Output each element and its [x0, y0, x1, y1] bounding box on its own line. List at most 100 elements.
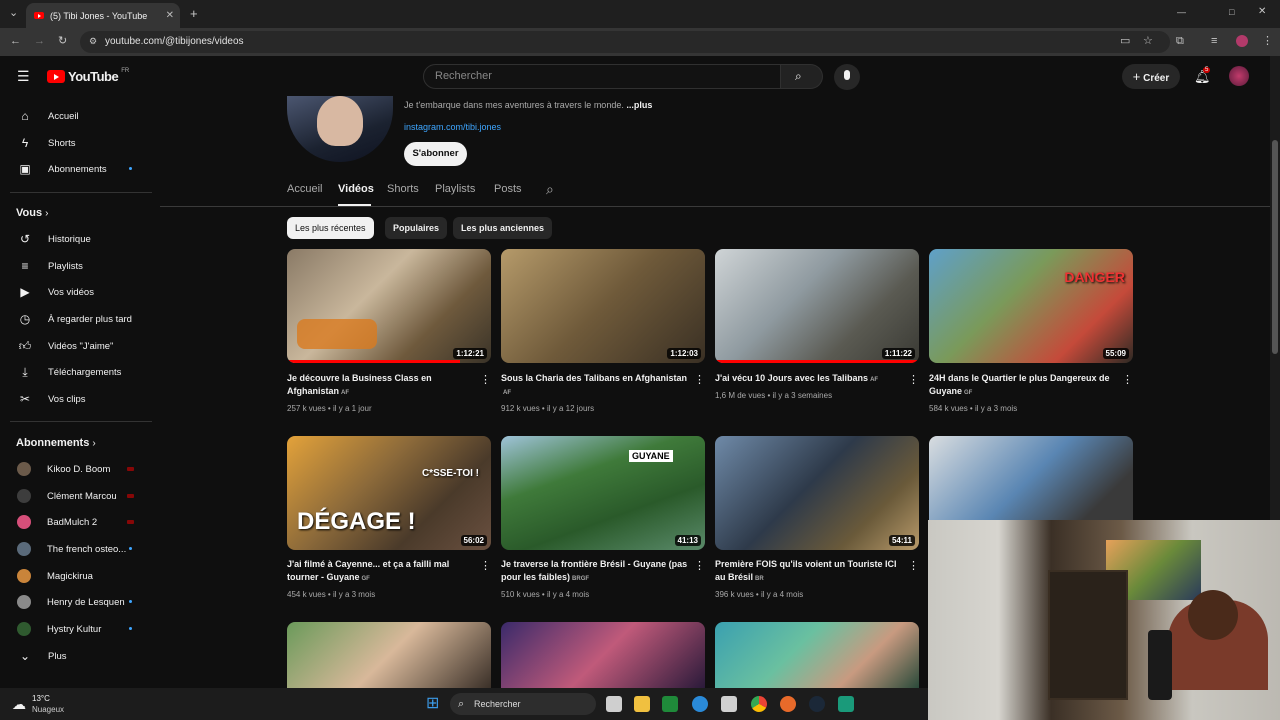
subscriptions-section-header[interactable]: Abonnements ›: [16, 437, 96, 449]
new-tab-icon[interactable]: +: [190, 7, 198, 20]
taskbar-search[interactable]: ⌕ Rechercher: [450, 693, 596, 715]
you-section-header[interactable]: Vous ›: [16, 207, 48, 219]
more-options-icon[interactable]: ⋮: [694, 559, 705, 572]
video-thumbnail[interactable]: [287, 622, 491, 688]
search-input[interactable]: Rechercher: [423, 64, 781, 89]
more-link[interactable]: ...plus: [626, 100, 652, 110]
channel-link[interactable]: instagram.com/tibi.jones: [404, 122, 501, 132]
youtube-favicon-icon: [34, 12, 44, 19]
avatar: [17, 622, 31, 636]
forward-icon[interactable]: →: [34, 36, 45, 47]
sidebar-item-home[interactable]: ⌂ Accueil: [0, 103, 152, 129]
sidebar-more-button[interactable]: ⌄ Plus: [0, 643, 152, 669]
tab-videos[interactable]: Vidéos: [338, 183, 374, 195]
sidebar-item-history[interactable]: ↺ Historique: [0, 226, 152, 252]
minimize-icon[interactable]: —: [1177, 8, 1186, 17]
search-button[interactable]: ⌕: [781, 64, 823, 89]
app-icon[interactable]: [838, 696, 854, 712]
browser-tab[interactable]: (5) Tibi Jones - YouTube ✕: [26, 3, 180, 28]
firefox-icon[interactable]: [780, 696, 796, 712]
more-options-icon[interactable]: ⋮: [1122, 373, 1133, 386]
subscription-item[interactable]: Magickirua: [0, 563, 152, 589]
video-thumbnail[interactable]: 1:12:03: [501, 249, 705, 363]
channel-description[interactable]: Je t'embarque dans mes aventures à trave…: [404, 100, 652, 110]
subscribe-button[interactable]: S'abonner: [404, 142, 467, 166]
more-options-icon[interactable]: ⋮: [694, 373, 705, 386]
subscription-name: Kikoo D. Boom: [47, 463, 111, 475]
sidebar-item-your-videos[interactable]: ▶ Vos vidéos: [0, 279, 152, 305]
video-title[interactable]: Première FOIS qu'ils voient un Touriste …: [715, 558, 905, 586]
chip-popular[interactable]: Populaires: [385, 217, 448, 239]
video-title[interactable]: Sous la Charia des Talibans en Afghanist…: [501, 372, 691, 400]
sidebar-item-downloads[interactable]: ⤓ Téléchargements: [0, 359, 152, 385]
video-thumbnail[interactable]: GUYANE 41:13: [501, 436, 705, 550]
windows-start-icon[interactable]: ⊞: [426, 696, 439, 712]
create-button[interactable]: + Créer: [1122, 64, 1180, 89]
more-options-icon[interactable]: ⋮: [480, 559, 491, 572]
more-options-icon[interactable]: ⋮: [908, 373, 919, 386]
close-window-icon[interactable]: ✕: [1258, 7, 1266, 17]
extensions-icon[interactable]: ⧉: [1176, 36, 1184, 47]
store-icon[interactable]: [721, 696, 737, 712]
sidebar-item-liked-videos[interactable]: 👍︎ Vidéos "J'aime": [0, 333, 152, 359]
video-thumbnail[interactable]: [715, 622, 919, 688]
video-thumbnail[interactable]: DÉGAGE ! C*SSE-TOI ! 56:02: [287, 436, 491, 550]
cast-icon[interactable]: ▭: [1120, 36, 1130, 47]
close-tab-icon[interactable]: ✕: [166, 10, 174, 21]
more-options-icon[interactable]: ⋮: [908, 559, 919, 572]
tab-home[interactable]: Accueil: [287, 183, 322, 195]
video-thumbnail[interactable]: [501, 622, 705, 688]
video-title[interactable]: Je découvre la Business Class en Afghani…: [287, 372, 477, 400]
channel-avatar[interactable]: [287, 96, 393, 162]
subscription-item[interactable]: Kikoo D. Boom: [0, 456, 152, 482]
sidebar-item-watch-later[interactable]: ◷ À regarder plus tard: [0, 306, 152, 332]
chip-oldest[interactable]: Les plus anciennes: [453, 217, 553, 239]
nvidia-icon[interactable]: [662, 696, 678, 712]
account-avatar[interactable]: [1229, 66, 1249, 86]
video-thumbnail[interactable]: 1:11:22: [715, 249, 919, 363]
profile-icon[interactable]: [1236, 35, 1248, 47]
subscription-item[interactable]: Clément Marcou: [0, 483, 152, 509]
tab-playlists[interactable]: Playlists: [435, 183, 475, 195]
edge-icon[interactable]: [692, 696, 708, 712]
video-title[interactable]: Je traverse la frontière Brésil - Guyane…: [501, 558, 691, 586]
tab-search-icon[interactable]: ⌄: [9, 8, 18, 19]
more-options-icon[interactable]: ⋮: [480, 373, 491, 386]
media-icon[interactable]: ≡: [1211, 36, 1217, 47]
scrollbar-thumb[interactable]: [1272, 140, 1278, 354]
subscription-item[interactable]: BadMulch 2: [0, 509, 152, 535]
subscription-item[interactable]: Henry de Lesquen: [0, 589, 152, 615]
chrome-icon[interactable]: [751, 696, 767, 712]
menu-icon[interactable]: ⋮: [1262, 36, 1273, 47]
chip-latest[interactable]: Les plus récentes: [287, 217, 374, 239]
weather-widget[interactable]: ☁ 13°C Nuageux: [12, 693, 64, 715]
sidebar-item-clips[interactable]: ✂ Vos clips: [0, 386, 152, 412]
hamburger-menu-icon[interactable]: ☰: [17, 68, 30, 85]
bookmark-star-icon[interactable]: ☆: [1143, 36, 1153, 47]
video-thumbnail[interactable]: 54:11: [715, 436, 919, 550]
video-title[interactable]: J'ai vécu 10 Jours avec les Talibans AF: [715, 372, 905, 387]
tab-shorts[interactable]: Shorts: [387, 183, 419, 195]
video-title[interactable]: J'ai filmé à Cayenne... et ça a failli m…: [287, 558, 477, 586]
video-thumbnail[interactable]: DANGER 55:09: [929, 249, 1133, 363]
channel-search-icon[interactable]: ⌕: [546, 181, 554, 198]
subscription-item[interactable]: Hystry Kultur: [0, 616, 152, 642]
video-thumbnail[interactable]: 1:12:21: [287, 249, 491, 363]
site-info-icon[interactable]: ⚙: [89, 37, 97, 46]
task-view-icon[interactable]: [606, 696, 622, 712]
subscription-item[interactable]: The french osteo...: [0, 536, 152, 562]
tab-posts[interactable]: Posts: [494, 183, 522, 195]
video-title[interactable]: 24H dans le Quartier le plus Dangereux d…: [929, 372, 1119, 400]
sidebar-item-shorts[interactable]: ϟ Shorts: [0, 130, 152, 156]
thumbnail-overlay-text-2: C*SSE-TOI !: [421, 468, 479, 479]
sidebar-item-playlists[interactable]: ≡ Playlists: [0, 253, 152, 279]
back-icon[interactable]: ←: [10, 36, 21, 47]
maximize-icon[interactable]: □: [1229, 8, 1234, 17]
url-field[interactable]: youtube.com/@tibijones/videos: [80, 31, 1170, 53]
sidebar-item-subscriptions[interactable]: ▣ Abonnements: [0, 156, 152, 182]
youtube-logo[interactable]: YouTube FR: [47, 68, 129, 84]
voice-search-button[interactable]: [834, 64, 860, 90]
steam-icon[interactable]: [809, 696, 825, 712]
file-explorer-icon[interactable]: [634, 696, 650, 712]
reload-icon[interactable]: ↻: [58, 36, 67, 47]
